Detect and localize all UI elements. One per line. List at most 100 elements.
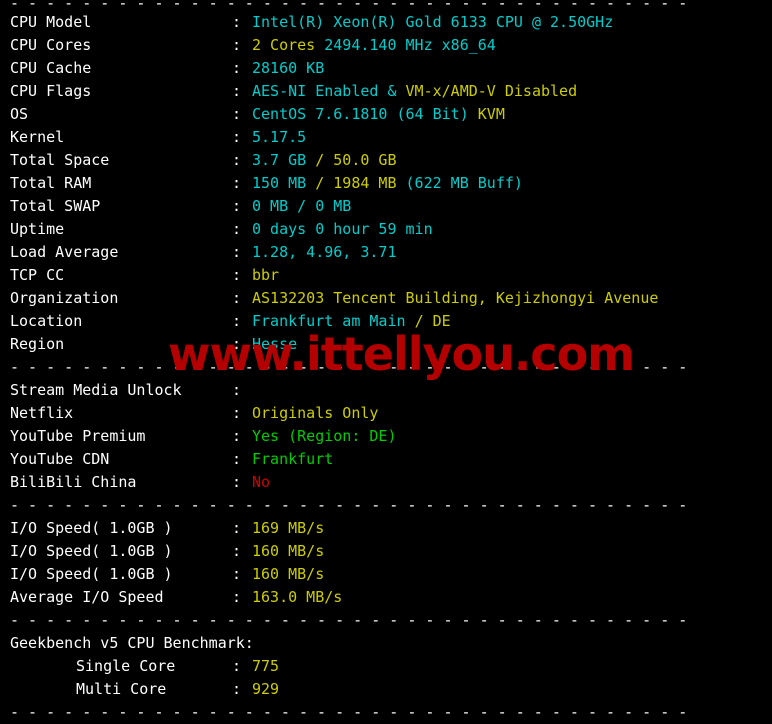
terminal-window: - - - - - - - - - - - - - - - - - - - - … <box>0 0 772 721</box>
row-colon: : <box>232 312 242 330</box>
geekbench-title-row: Geekbench v5 CPU Benchmark: <box>0 632 772 655</box>
geekbench-title: Geekbench v5 CPU Benchmark: <box>10 634 254 652</box>
row-label: I/O Speed( 1.0GB ) <box>10 519 173 537</box>
row-label: TCP CC <box>10 266 65 284</box>
row-colon: : <box>232 427 242 445</box>
info-row: YouTube Premium: Yes (Region: DE) <box>0 425 772 448</box>
row-colon: : <box>232 381 242 399</box>
row-colon: : <box>232 13 242 31</box>
row-value: bbr <box>252 266 280 284</box>
row-label: BiliBili China <box>10 473 137 491</box>
row-colon: : <box>232 588 242 606</box>
row-value: No <box>252 473 271 491</box>
info-row: Kernel:5.17.5 <box>0 126 772 149</box>
row-value: Hesse <box>252 335 298 353</box>
row-label: Kernel <box>10 128 65 146</box>
row-label: Uptime <box>10 220 65 238</box>
row-colon: : <box>232 105 242 123</box>
row-value: / 1984 MB <box>315 174 406 192</box>
info-row: I/O Speed( 1.0GB ):169 MB/s <box>0 517 772 540</box>
row-value: (622 MB Buff) <box>405 174 523 192</box>
row-value: 160 MB/s <box>252 565 325 583</box>
row-value: KVM <box>477 105 505 123</box>
row-value: Yes (Region: DE) <box>252 427 397 445</box>
row-label: Multi Core <box>76 680 167 698</box>
row-colon: : <box>232 59 242 77</box>
row-value: CentOS 7.6.1810 (64 Bit) <box>252 105 478 123</box>
section-io-speed: I/O Speed( 1.0GB ):169 MB/s I/O Speed( 1.… <box>0 517 772 609</box>
row-label: Total RAM <box>10 174 92 192</box>
separator-io-speed: - - - - - - - - - - - - - - - - - - - - … <box>10 496 697 514</box>
info-row: Load Average:1.28, 4.96, 3.71 <box>0 241 772 264</box>
info-row: Region: Hesse <box>0 333 772 356</box>
row-label: Total Space <box>10 151 110 169</box>
row-value: Frankfurt <box>252 450 334 468</box>
row-colon: : <box>232 36 242 54</box>
row-label: CPU Cache <box>10 59 92 77</box>
section-system-info: CPU Model: Intel(R) Xeon(R) Gold 6133 CPU… <box>0 11 772 356</box>
row-value: VM-x/AMD-V Disabled <box>405 82 578 100</box>
info-row: Location: Frankfurt am Main / DE <box>0 310 772 333</box>
info-row: Stream Media Unlock: <box>0 379 772 402</box>
row-colon: : <box>232 289 242 307</box>
info-row: I/O Speed( 1.0GB ):160 MB/s <box>0 563 772 586</box>
info-row: Total SWAP:0 MB / 0 MB <box>0 195 772 218</box>
row-value: 1.28, 4.96, 3.71 <box>252 243 397 261</box>
row-colon: : <box>232 519 242 537</box>
info-row: CPU Flags: AES-NI Enabled & VM-x/AMD-V Di… <box>0 80 772 103</box>
section-geekbench: Single Core:775 Multi Core:929 <box>0 655 772 701</box>
row-value: 160 MB/s <box>252 542 325 560</box>
row-colon: : <box>232 335 242 353</box>
row-value: AS132203 Tencent Building, Kejizhongyi A… <box>252 289 659 307</box>
row-label: CPU Model <box>10 13 92 31</box>
info-row: Average I/O Speed:163.0 MB/s <box>0 586 772 609</box>
separator-geekbench: - - - - - - - - - - - - - - - - - - - - … <box>10 611 697 629</box>
row-colon: : <box>232 266 242 284</box>
row-label: Load Average <box>10 243 119 261</box>
info-row: Netflix: Originals Only <box>0 402 772 425</box>
row-value: 3.7 GB <box>252 151 316 169</box>
info-row: Total RAM:150 MB / 1984 MB (622 MB Buff) <box>0 172 772 195</box>
row-value: 150 MB <box>252 174 316 192</box>
row-value: 5.17.5 <box>252 128 307 146</box>
row-colon: : <box>232 680 242 698</box>
row-value: Intel(R) Xeon(R) Gold 6133 CPU @ 2.50GHz <box>252 13 614 31</box>
row-value: 0 days 0 hour 59 min <box>252 220 433 238</box>
row-label: YouTube CDN <box>10 450 110 468</box>
row-value: / 50.0 GB <box>315 151 397 169</box>
row-label: OS <box>10 105 29 123</box>
row-label: CPU Cores <box>10 36 92 54</box>
row-label: Organization <box>10 289 119 307</box>
terminal-output: - - - - - - - - - - - - - - - - - - - - … <box>0 0 772 724</box>
row-colon: : <box>232 473 242 491</box>
row-colon: : <box>232 450 242 468</box>
row-colon: : <box>232 220 242 238</box>
row-colon: : <box>232 542 242 560</box>
info-row: Multi Core:929 <box>0 678 772 701</box>
info-row: OS: CentOS 7.6.1810 (64 Bit) KVM <box>0 103 772 126</box>
info-row: Uptime:0 days 0 hour 59 min <box>0 218 772 241</box>
row-label: I/O Speed( 1.0GB ) <box>10 542 173 560</box>
info-row: Total Space:3.7 GB / 50.0 GB <box>0 149 772 172</box>
row-value: 929 <box>252 680 280 698</box>
row-colon: : <box>232 151 242 169</box>
row-label: Netflix <box>10 404 74 422</box>
row-label: Region <box>10 335 65 353</box>
row-colon: : <box>232 128 242 146</box>
row-value: 169 MB/s <box>252 519 325 537</box>
row-colon: : <box>232 657 242 675</box>
row-label: Stream Media Unlock <box>10 381 182 399</box>
row-value: 2 Cores <box>252 36 316 54</box>
row-value: 2494.140 MHz x86_64 <box>315 36 496 54</box>
row-value: & <box>378 82 406 100</box>
info-row: I/O Speed( 1.0GB ):160 MB/s <box>0 540 772 563</box>
row-label: Single Core <box>76 657 176 675</box>
row-value: Originals Only <box>252 404 379 422</box>
section-stream-media: Stream Media Unlock: Netflix: Originals On… <box>0 379 772 494</box>
row-value: AES-NI Enabled <box>252 82 379 100</box>
row-colon: : <box>232 565 242 583</box>
info-row: TCP CC: bbr <box>0 264 772 287</box>
row-colon: : <box>232 197 242 215</box>
row-value: 163.0 MB/s <box>252 588 343 606</box>
row-value: / DE <box>414 312 451 330</box>
